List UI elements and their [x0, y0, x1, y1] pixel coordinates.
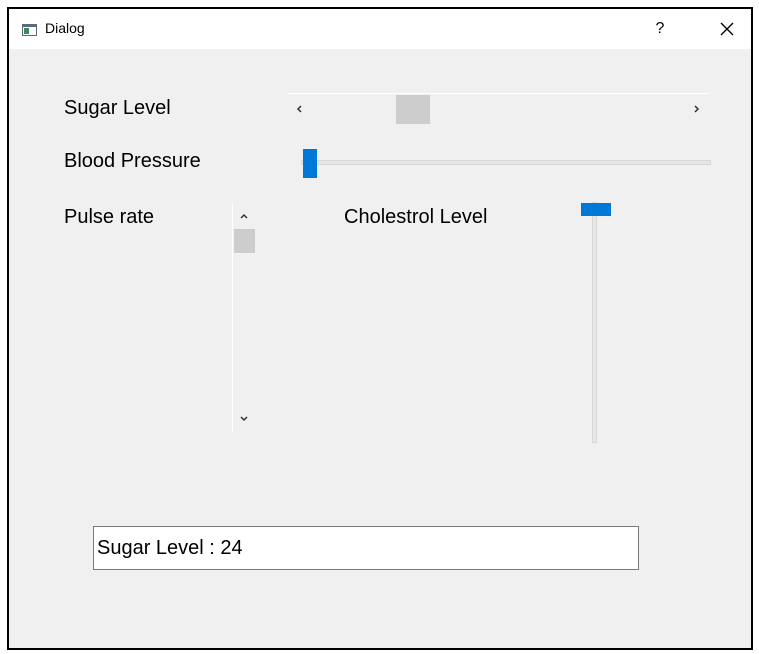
blood-pressure-label: Blood Pressure	[64, 150, 201, 172]
pulse-scroll-thumb[interactable]	[234, 229, 255, 253]
cholestrol-level-label: Cholestrol Level	[344, 206, 488, 228]
chevron-left-icon	[296, 105, 302, 113]
scroll-left-button[interactable]	[290, 99, 310, 119]
sugar-level-scrollbar[interactable]	[288, 93, 709, 125]
sugar-level-label: Sugar Level	[64, 97, 171, 119]
slider-groove	[592, 202, 597, 443]
chevron-up-icon	[240, 213, 248, 219]
pulse-rate-label: Pulse rate	[64, 206, 155, 228]
chevron-right-icon	[694, 105, 700, 113]
cholestrol-level-slider[interactable]	[581, 202, 611, 443]
close-icon	[720, 22, 734, 36]
slider-handle[interactable]	[581, 203, 611, 216]
dialog-window: Dialog ? Sugar Level Blood Pressure Puls…	[7, 7, 753, 650]
scroll-down-button[interactable]	[234, 408, 254, 428]
pulse-rate-scrollbar[interactable]	[232, 204, 256, 432]
scroll-up-button[interactable]	[234, 207, 254, 227]
scroll-right-button[interactable]	[686, 99, 706, 119]
close-button[interactable]	[714, 18, 740, 40]
window-title: Dialog	[45, 20, 85, 36]
window-icon	[22, 23, 37, 36]
slider-groove	[301, 160, 711, 165]
help-button[interactable]: ?	[648, 18, 672, 40]
chevron-down-icon	[240, 416, 248, 422]
result-line-edit[interactable]: Sugar Level : 24	[93, 526, 639, 570]
sugar-scroll-thumb[interactable]	[396, 95, 430, 124]
blood-pressure-slider[interactable]	[301, 147, 711, 179]
slider-handle[interactable]	[303, 149, 317, 178]
title-bar: Dialog ?	[9, 9, 751, 49]
